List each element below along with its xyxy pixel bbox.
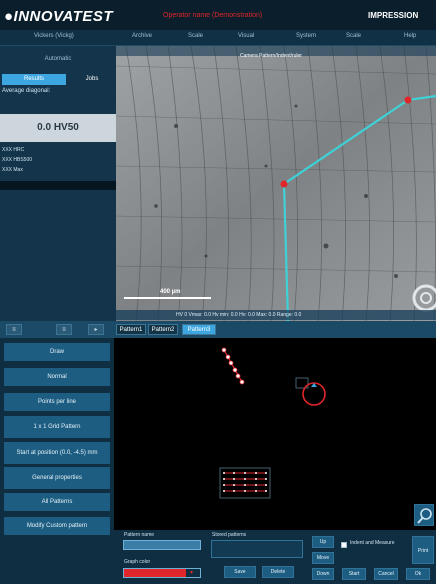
average-diagonal-label: Average diagonal: (2, 88, 51, 94)
magnifier-icon (417, 508, 432, 524)
pattern-drawing (219, 347, 326, 499)
stored-patterns-list[interactable] (211, 540, 303, 558)
menu-vickers[interactable]: Vickers (Vickg) (34, 33, 74, 39)
line-pattern (221, 347, 245, 385)
operator-status: Operator name (Demonstration) (163, 12, 263, 19)
delete-button[interactable]: Delete (262, 566, 294, 578)
menu-scale-2[interactable]: Scale (346, 33, 361, 39)
tab-pattern1[interactable]: Pattern1 (116, 324, 146, 335)
grid-pattern (219, 467, 271, 499)
result-hrc: XXX HRC (2, 147, 25, 153)
result-hbs: XXX HBS500 (2, 157, 33, 163)
pattern-canvas[interactable] (114, 338, 436, 530)
image-caption: Camera Pattern/Indent/ruler (240, 53, 302, 59)
chevron-down-icon: ▾ (190, 570, 194, 576)
tab-pattern3[interactable]: Pattern3 (182, 324, 216, 335)
zoom-button[interactable] (414, 504, 434, 526)
toolbar-button[interactable]: ▸ (88, 324, 104, 335)
result-max: XXX Max (2, 167, 23, 173)
menu-system[interactable]: System (296, 33, 316, 39)
scale-label: 400 µm (160, 289, 181, 295)
automatic-label: Automatic (44, 56, 72, 62)
indent-measure-label: Indent and Measure (350, 540, 395, 546)
normal-button[interactable]: Normal (4, 368, 110, 386)
menu-archive[interactable]: Archive (132, 33, 152, 39)
start-button[interactable]: Start (342, 568, 366, 580)
brand-title: IMPRESSION (368, 11, 419, 20)
tab-results[interactable]: Results (2, 74, 66, 85)
grid-pattern-button[interactable]: 1 x 1 Grid Pattern (4, 416, 110, 438)
down-button[interactable]: Down (312, 568, 334, 580)
menu-visual[interactable]: Visual (238, 33, 254, 39)
pattern-name-input[interactable] (123, 540, 201, 550)
general-properties-button[interactable]: General properties (4, 467, 110, 489)
image-footer: HV 0 Vmax: 0.0 Hv min: 0.0 Hv: 0.0 Max: … (116, 310, 436, 320)
all-patterns-button[interactable]: All Patterns (4, 493, 110, 511)
menu-help[interactable]: Help (404, 33, 416, 39)
graph-color-select[interactable]: ▾ (123, 568, 201, 578)
points-per-line-button[interactable]: Points per line (4, 393, 110, 411)
tab-pattern2[interactable]: Pattern2 (148, 324, 178, 335)
microstructure-image (116, 46, 436, 321)
start-position-button[interactable]: Start at position (0.0, -4.5) mm (4, 442, 110, 464)
draw-button[interactable]: Draw (4, 343, 110, 361)
circle-pattern (295, 377, 326, 406)
indent-marker (280, 180, 288, 188)
indent-measure-checkbox[interactable] (341, 542, 347, 548)
stored-patterns-label: Stored patterns (212, 532, 247, 538)
toolbar-button[interactable]: ≡ (6, 324, 22, 335)
selection-strip (0, 181, 116, 190)
move-button[interactable]: Move (312, 552, 334, 564)
ok-button[interactable]: Ok (406, 568, 430, 580)
save-button[interactable]: Save (224, 566, 256, 578)
hardness-value: 0.0 HV50 (0, 114, 116, 142)
tab-jobs[interactable]: Jobs (70, 74, 114, 85)
microscope-image[interactable] (116, 46, 436, 321)
pattern-name-label: Pattern name (124, 532, 155, 538)
print-button[interactable]: Print (412, 536, 434, 564)
innovatest-logo: ●INNOVATEST (4, 8, 114, 25)
menu-scale[interactable]: Scale (188, 33, 203, 39)
cancel-button[interactable]: Cancel (374, 568, 398, 580)
modify-custom-pattern-button[interactable]: Modify Custom pattern (4, 517, 110, 535)
graph-color-label: Graph color (124, 559, 151, 565)
toolbar-button[interactable]: ≡ (56, 324, 72, 335)
up-button[interactable]: Up (312, 536, 334, 548)
indent-marker (404, 96, 412, 104)
